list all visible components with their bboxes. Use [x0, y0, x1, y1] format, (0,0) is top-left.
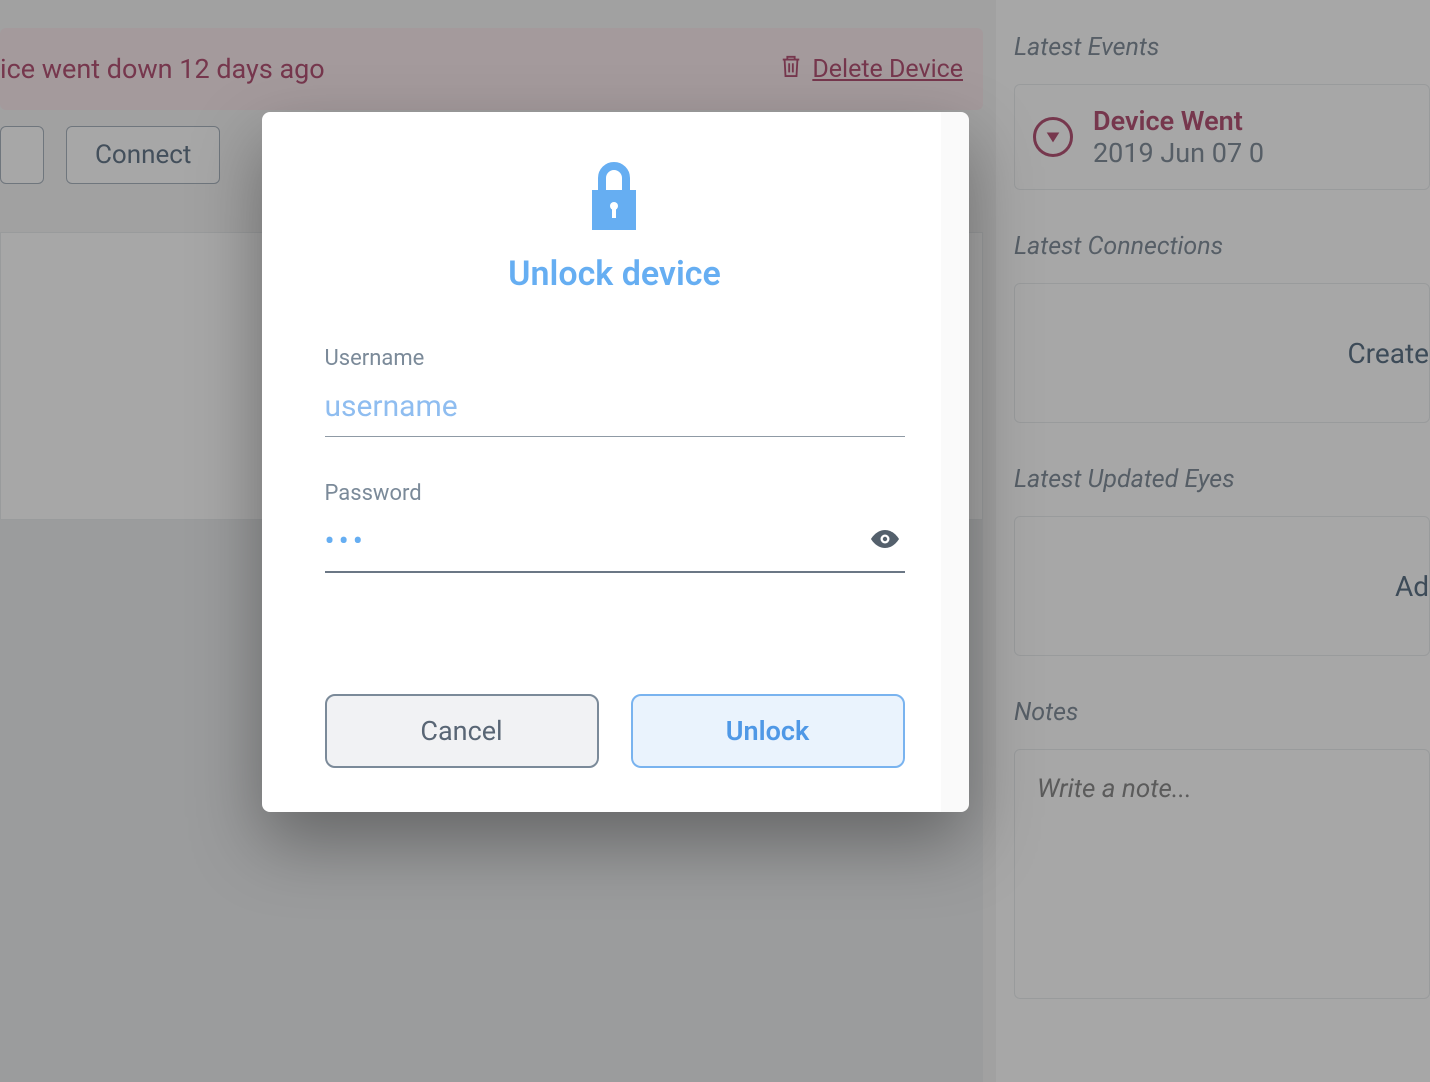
- unlock-button[interactable]: Unlock: [631, 694, 905, 768]
- username-label: Username: [325, 346, 905, 371]
- cancel-button-label: Cancel: [420, 715, 502, 747]
- eye-icon: [869, 538, 901, 553]
- password-label: Password: [325, 481, 905, 506]
- unlock-form: Username Password •••: [325, 346, 905, 617]
- toggle-password-visibility-button[interactable]: [865, 528, 905, 561]
- username-input[interactable]: [325, 383, 905, 436]
- unlock-button-label: Unlock: [726, 715, 809, 747]
- unlock-device-modal: Unlock device Username Password •••: [262, 112, 967, 812]
- lock-icon: [586, 160, 642, 236]
- password-input[interactable]: •••: [325, 518, 865, 571]
- modal-title: Unlock device: [508, 254, 721, 294]
- cancel-button[interactable]: Cancel: [325, 694, 599, 768]
